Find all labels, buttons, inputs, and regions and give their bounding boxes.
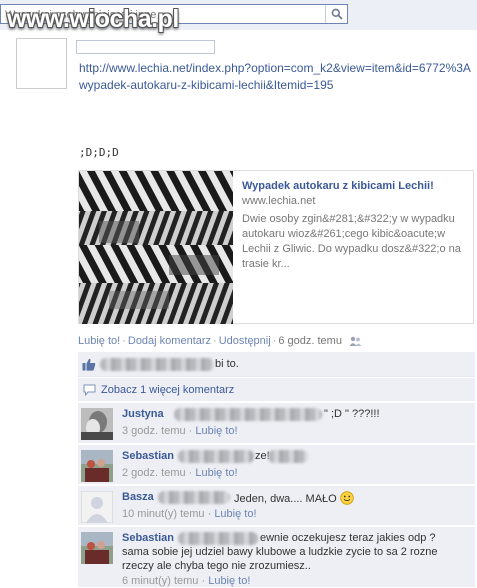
likes-text: bi to. [215, 358, 239, 370]
comment-text-line: rzeczy ale chyba tego nie zrozumiesz.. [122, 560, 311, 572]
commenter-avatar[interactable] [81, 491, 113, 523]
link-attachment[interactable]: Wypadek autokaru z kibicami Lechii! www.… [78, 170, 474, 324]
post-author-avatar[interactable] [16, 38, 67, 89]
blurred-names [100, 358, 214, 371]
view-more-comments[interactable]: Zobacz 1 więcej komentarz [78, 378, 475, 402]
comment-like-link[interactable]: Lubię to! [195, 467, 237, 479]
commenter-avatar[interactable] [81, 408, 113, 440]
search-button[interactable] [325, 5, 347, 23]
friends-icon [349, 336, 362, 346]
post-link[interactable]: http://www.lechia.net/index.php?option=c… [79, 60, 474, 94]
comment-text-line: sama sobie jej udziel bawy klubowe a lud… [122, 546, 438, 558]
comment-author[interactable]: Sebastian [122, 450, 174, 462]
comment-meta: 2 godz. temu · Lubię to! [122, 467, 238, 479]
blurred-text [174, 408, 322, 421]
comment-item: Basza Jeden, dwa.... MAŁO 10 minut(y) te… [78, 486, 475, 526]
comment-time[interactable]: 3 godz. temu [122, 425, 186, 437]
comment-item: Justyna " ;D " ???!!! 3 godz. temu · Lub… [78, 403, 475, 444]
comment-meta: 3 godz. temu · Lubię to! [122, 425, 238, 437]
like-link[interactable]: Lubię to! [78, 335, 120, 347]
comment-like-link[interactable]: Lubię to! [195, 425, 237, 437]
likes-summary: bi to. [78, 352, 475, 377]
comment-text: Jeden, dwa.... MAŁO [234, 491, 354, 505]
comment-item: Sebastian ewnie oczekujesz teraz jakies … [78, 527, 475, 588]
smiley-icon [340, 491, 354, 505]
comment-time[interactable]: 10 minut(y) temu [122, 508, 205, 520]
watermark-logo: www.wiocha.pl [7, 5, 179, 33]
comment-author[interactable]: Justyna [122, 408, 164, 420]
post-header-field [76, 40, 215, 54]
attachment-title[interactable]: Wypadek autokaru z kibicami Lechii! [242, 180, 434, 192]
blurred-text [178, 450, 254, 463]
comment-time[interactable]: 2 godz. temu [122, 467, 186, 479]
comment-like-link[interactable]: Lubię to! [208, 575, 250, 587]
attachment-domain: www.lechia.net [242, 195, 316, 207]
blurred-text [268, 450, 308, 463]
post-actions: Lubię to! · Dodaj komentarz · Udostępnij · 6 g… [78, 335, 362, 347]
comment-author[interactable]: Basza [122, 491, 154, 503]
post-text: ;D;D;D [79, 146, 119, 159]
commenter-avatar[interactable] [81, 450, 113, 482]
view-more-comments-label[interactable]: Zobacz 1 więcej komentarz [101, 384, 234, 396]
attachment-thumbnail[interactable] [79, 171, 233, 324]
attachment-description: Dwie osoby zgin&#281;&#322;y w wypadku a… [242, 213, 461, 270]
comment-bubble-icon [83, 384, 96, 396]
comment-author[interactable]: Sebastian [122, 532, 174, 544]
comment-like-link[interactable]: Lubię to! [214, 508, 256, 520]
blurred-text [158, 491, 230, 504]
comment-text-line: ewnie oczekujesz teraz jakies odp ? [260, 532, 436, 544]
share-link[interactable]: Udostępnij [219, 335, 271, 347]
post-timestamp[interactable]: 6 godz. temu [278, 335, 342, 347]
comment-text: " ;D " ???!!! [324, 408, 380, 420]
comment-item: Sebastian ze! 2 godz. temu · Lubię to! [78, 445, 475, 485]
blurred-text [178, 532, 258, 545]
search-icon [331, 8, 343, 20]
comment-meta: 6 minut(y) temu · Lubię to! [122, 575, 251, 587]
comment-link[interactable]: Dodaj komentarz [128, 335, 211, 347]
commenter-avatar[interactable] [81, 532, 113, 564]
comment-meta: 10 minut(y) temu · Lubię to! [122, 508, 257, 520]
thumbs-up-icon [82, 358, 96, 371]
comment-time[interactable]: 6 minut(y) temu [122, 575, 198, 587]
